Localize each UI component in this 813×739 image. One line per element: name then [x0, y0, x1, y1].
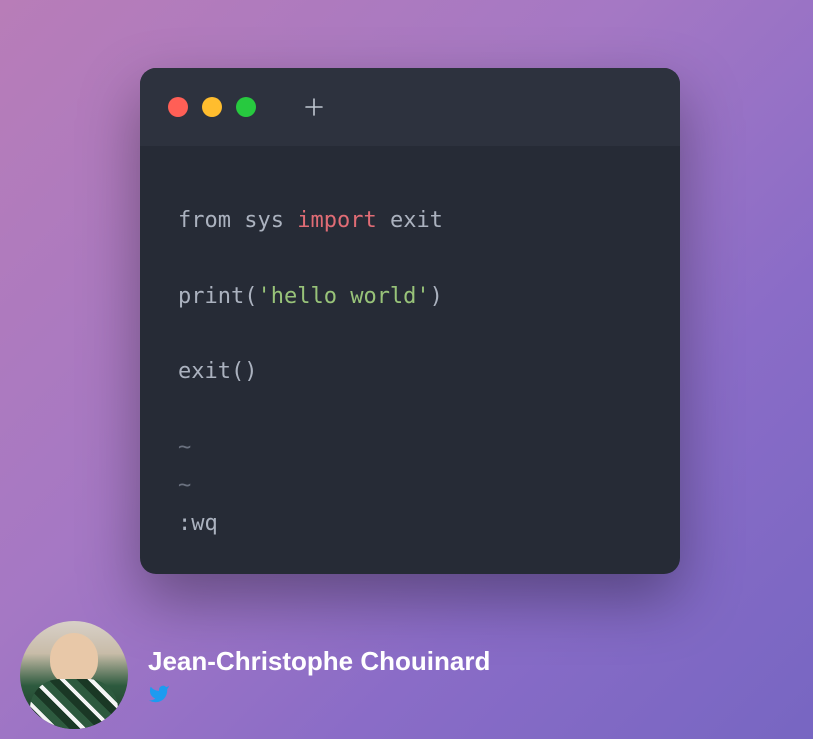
author-badge: Jean-Christophe Chouinard — [20, 621, 490, 729]
new-tab-icon[interactable] — [302, 95, 326, 119]
code-line: ~ — [178, 467, 642, 505]
author-name: Jean-Christophe Chouinard — [148, 646, 490, 677]
code-editor-content: from sys import exit print('hello world'… — [140, 146, 680, 542]
window-titlebar — [140, 68, 680, 146]
code-token: :wq — [178, 511, 218, 536]
code-token: from sys — [178, 208, 297, 233]
code-token: ~ — [178, 473, 191, 498]
code-line: from sys import exit — [178, 202, 642, 240]
code-token: exit() — [178, 359, 257, 384]
code-line: print('hello world') — [178, 278, 642, 316]
code-line: exit() — [178, 353, 642, 391]
code-token: ) — [430, 284, 443, 309]
close-icon[interactable] — [168, 97, 188, 117]
terminal-window: from sys import exit print('hello world'… — [140, 68, 680, 574]
code-line: ~ — [178, 429, 642, 467]
code-line — [178, 240, 642, 278]
code-token: import — [297, 208, 376, 233]
avatar — [20, 621, 128, 729]
code-token: 'hello world' — [257, 284, 429, 309]
code-token: exit — [377, 208, 443, 233]
minimize-icon[interactable] — [202, 97, 222, 117]
maximize-icon[interactable] — [236, 97, 256, 117]
code-line — [178, 315, 642, 353]
twitter-icon[interactable] — [148, 683, 170, 705]
code-token: print( — [178, 284, 257, 309]
author-info: Jean-Christophe Chouinard — [148, 646, 490, 705]
code-line — [178, 391, 642, 429]
code-token: ~ — [178, 435, 191, 460]
code-line: :wq — [178, 505, 642, 543]
